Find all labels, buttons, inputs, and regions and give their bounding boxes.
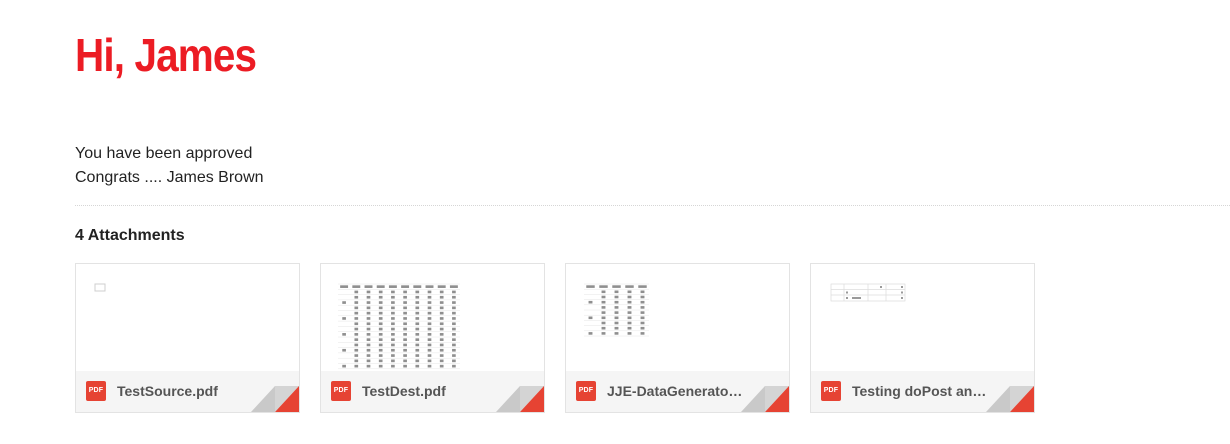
attachment-card[interactable]: PDF TestSource.pdf	[75, 263, 300, 413]
thumbnail-preview	[338, 283, 460, 370]
attachment-thumbnail	[321, 264, 544, 370]
attachment-card[interactable]: PDF Testing doPost and…	[810, 263, 1035, 413]
attachment-filename: TestDest.pdf	[362, 383, 446, 399]
greeting-heading: Hi, James	[75, 29, 257, 81]
thumbnail-preview	[830, 283, 906, 302]
page-fold-icon	[741, 386, 789, 412]
attachment-thumbnail	[566, 264, 789, 370]
pdf-icon: PDF	[821, 381, 841, 401]
attachment-footer: PDF JJE-DataGenerator…	[566, 371, 789, 412]
divider	[75, 205, 1230, 206]
thumbnail-preview	[584, 283, 649, 337]
attachment-filename: Testing doPost and…	[852, 383, 992, 399]
attachment-footer: PDF TestSource.pdf	[76, 371, 299, 412]
attachment-card[interactable]: PDF TestDest.pdf	[320, 263, 545, 413]
attachment-thumbnail	[76, 264, 299, 370]
attachments-heading: 4 Attachments	[75, 227, 185, 244]
attachment-filename: JJE-DataGenerator…	[607, 383, 747, 399]
attachment-filename: TestSource.pdf	[117, 383, 218, 399]
pdf-icon: PDF	[576, 381, 596, 401]
attachment-footer: PDF Testing doPost and…	[811, 371, 1034, 412]
attachment-footer: PDF TestDest.pdf	[321, 371, 544, 412]
message-line-approved: You have been approved	[75, 145, 253, 162]
message-body: You have been approved Congrats .... Jam…	[75, 142, 264, 190]
page-fold-icon	[251, 386, 299, 412]
pdf-icon: PDF	[331, 381, 351, 401]
page-fold-icon	[496, 386, 544, 412]
page-fold-icon	[986, 386, 1034, 412]
email-view: Hi, James You have been approved Congrat…	[0, 0, 1230, 444]
message-line-congrats: Congrats .... James Brown	[75, 169, 264, 186]
thumbnail-preview	[94, 283, 106, 292]
attachment-card[interactable]: PDF JJE-DataGenerator…	[565, 263, 790, 413]
attachment-thumbnail	[811, 264, 1034, 370]
pdf-icon: PDF	[86, 381, 106, 401]
